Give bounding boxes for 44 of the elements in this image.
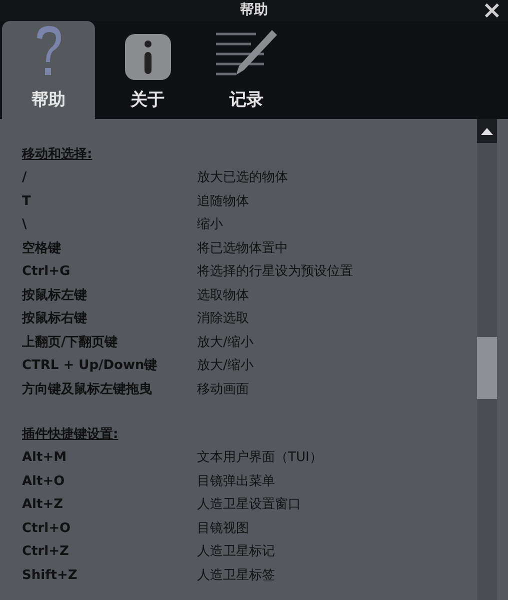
tab[interactable]: 帮助: [2, 21, 95, 119]
shortcut-action: 消除选取: [197, 310, 249, 328]
shortcut-action: 人造卫星标签: [197, 566, 275, 584]
shortcut-action: 放大/缩小: [197, 334, 254, 352]
shortcut-action: 文本用户界面（TUI）: [197, 449, 322, 467]
shortcut-key: CTRL + Up/Down键: [22, 356, 197, 376]
shortcut-action: 人造卫星标记: [197, 543, 275, 561]
shortcut-key: Ctrl+Z: [22, 542, 197, 562]
shortcut-action: 将选择的行星设为预设位置: [197, 263, 353, 281]
shortcut-action: 缩小: [197, 216, 223, 234]
shortcut-key: Ctrl+G: [22, 262, 197, 282]
shortcut-key: 方向键及鼠标左键拖曳: [22, 380, 197, 399]
up-arrow-icon: [481, 128, 493, 134]
shortcut-key: Ctrl+O: [22, 518, 197, 538]
shortcut-action: 目镜视图: [197, 520, 249, 538]
shortcut-action: 放大已选的物体: [197, 169, 288, 187]
shortcut-key: \: [22, 215, 197, 234]
shortcut-action: 追随物体: [197, 192, 249, 210]
info-icon: [124, 34, 170, 80]
shortcut-action: 将已选物体置中: [197, 240, 288, 258]
shortcut-key: 按鼠标右键: [22, 309, 197, 328]
shortcut-key: Alt+M: [22, 448, 197, 468]
tab[interactable]: 关于: [101, 21, 194, 119]
shortcut-key: Alt+O: [22, 472, 197, 491]
section-heading: 插件快捷键设置:: [22, 426, 118, 444]
close-button[interactable]: ×: [482, 0, 502, 23]
window-title: 帮助: [240, 1, 268, 20]
section-heading: 移动和选择:: [22, 146, 92, 164]
shortcut-key: T: [22, 192, 197, 211]
shortcut-key: 空格键: [22, 238, 197, 258]
shortcut-action: 目镜弹出菜单: [197, 472, 275, 490]
shortcut-key: 上翻页/下翻页键: [22, 332, 197, 352]
shortcut-action: 选取物体: [197, 286, 249, 304]
shortcut-action: 放大/缩小: [197, 357, 254, 375]
shortcut-key: 按鼠标左键: [22, 286, 197, 305]
shortcut-key: Alt+Z: [22, 495, 197, 514]
shortcut-action: 人造卫星设置窗口: [197, 496, 301, 514]
scroll-up-button[interactable]: [477, 119, 497, 143]
scrollbar-thumb[interactable]: [477, 337, 497, 399]
shortcut-key: /: [22, 168, 197, 188]
shortcut-key: Shift+Z: [22, 566, 197, 585]
shortcut-action: 移动画面: [197, 380, 249, 398]
tab[interactable]: 记录: [200, 21, 293, 119]
scrollbar-track[interactable]: [477, 119, 497, 600]
